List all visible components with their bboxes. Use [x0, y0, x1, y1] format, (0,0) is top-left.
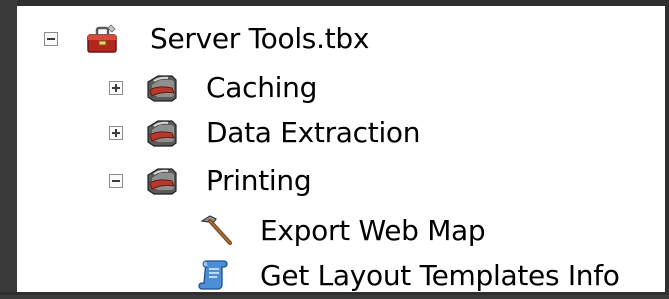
- tree-node-label: Server Tools.tbx: [150, 22, 370, 55]
- tree-node-caching[interactable]: Caching: [17, 65, 437, 111]
- catalog-tree-panel: Server Tools.tbx Caching Data Extraction: [17, 6, 665, 292]
- tree-node-export-web-map[interactable]: Export Web Map: [17, 208, 537, 254]
- tree-node-label: Export Web Map: [260, 214, 486, 247]
- tree-node-printing[interactable]: Printing: [17, 158, 437, 204]
- tree-node-server-tools[interactable]: Server Tools.tbx: [17, 16, 437, 62]
- toolset-icon: [147, 75, 177, 102]
- collapse-toggle[interactable]: [44, 32, 58, 46]
- toolset-icon: [147, 120, 177, 147]
- tree-node-label: Printing: [206, 164, 312, 197]
- hammer-tool-icon: [200, 215, 232, 245]
- window-frame-left: [0, 0, 17, 295]
- tree-node-label: Data Extraction: [206, 116, 421, 149]
- window-frame-right: [665, 0, 669, 295]
- tree-node-get-layout-templates-info[interactable]: Get Layout Templates Info: [17, 253, 663, 299]
- tree-node-label: Caching: [206, 71, 318, 104]
- expand-toggle[interactable]: [109, 126, 123, 140]
- toolset-icon: [147, 168, 177, 195]
- toolbox-red-icon: [87, 24, 117, 53]
- script-tool-icon: [198, 260, 228, 290]
- tree-node-data-extraction[interactable]: Data Extraction: [17, 110, 477, 156]
- tree-node-label: Get Layout Templates Info: [260, 259, 620, 292]
- expand-toggle[interactable]: [109, 81, 123, 95]
- collapse-toggle[interactable]: [109, 174, 123, 188]
